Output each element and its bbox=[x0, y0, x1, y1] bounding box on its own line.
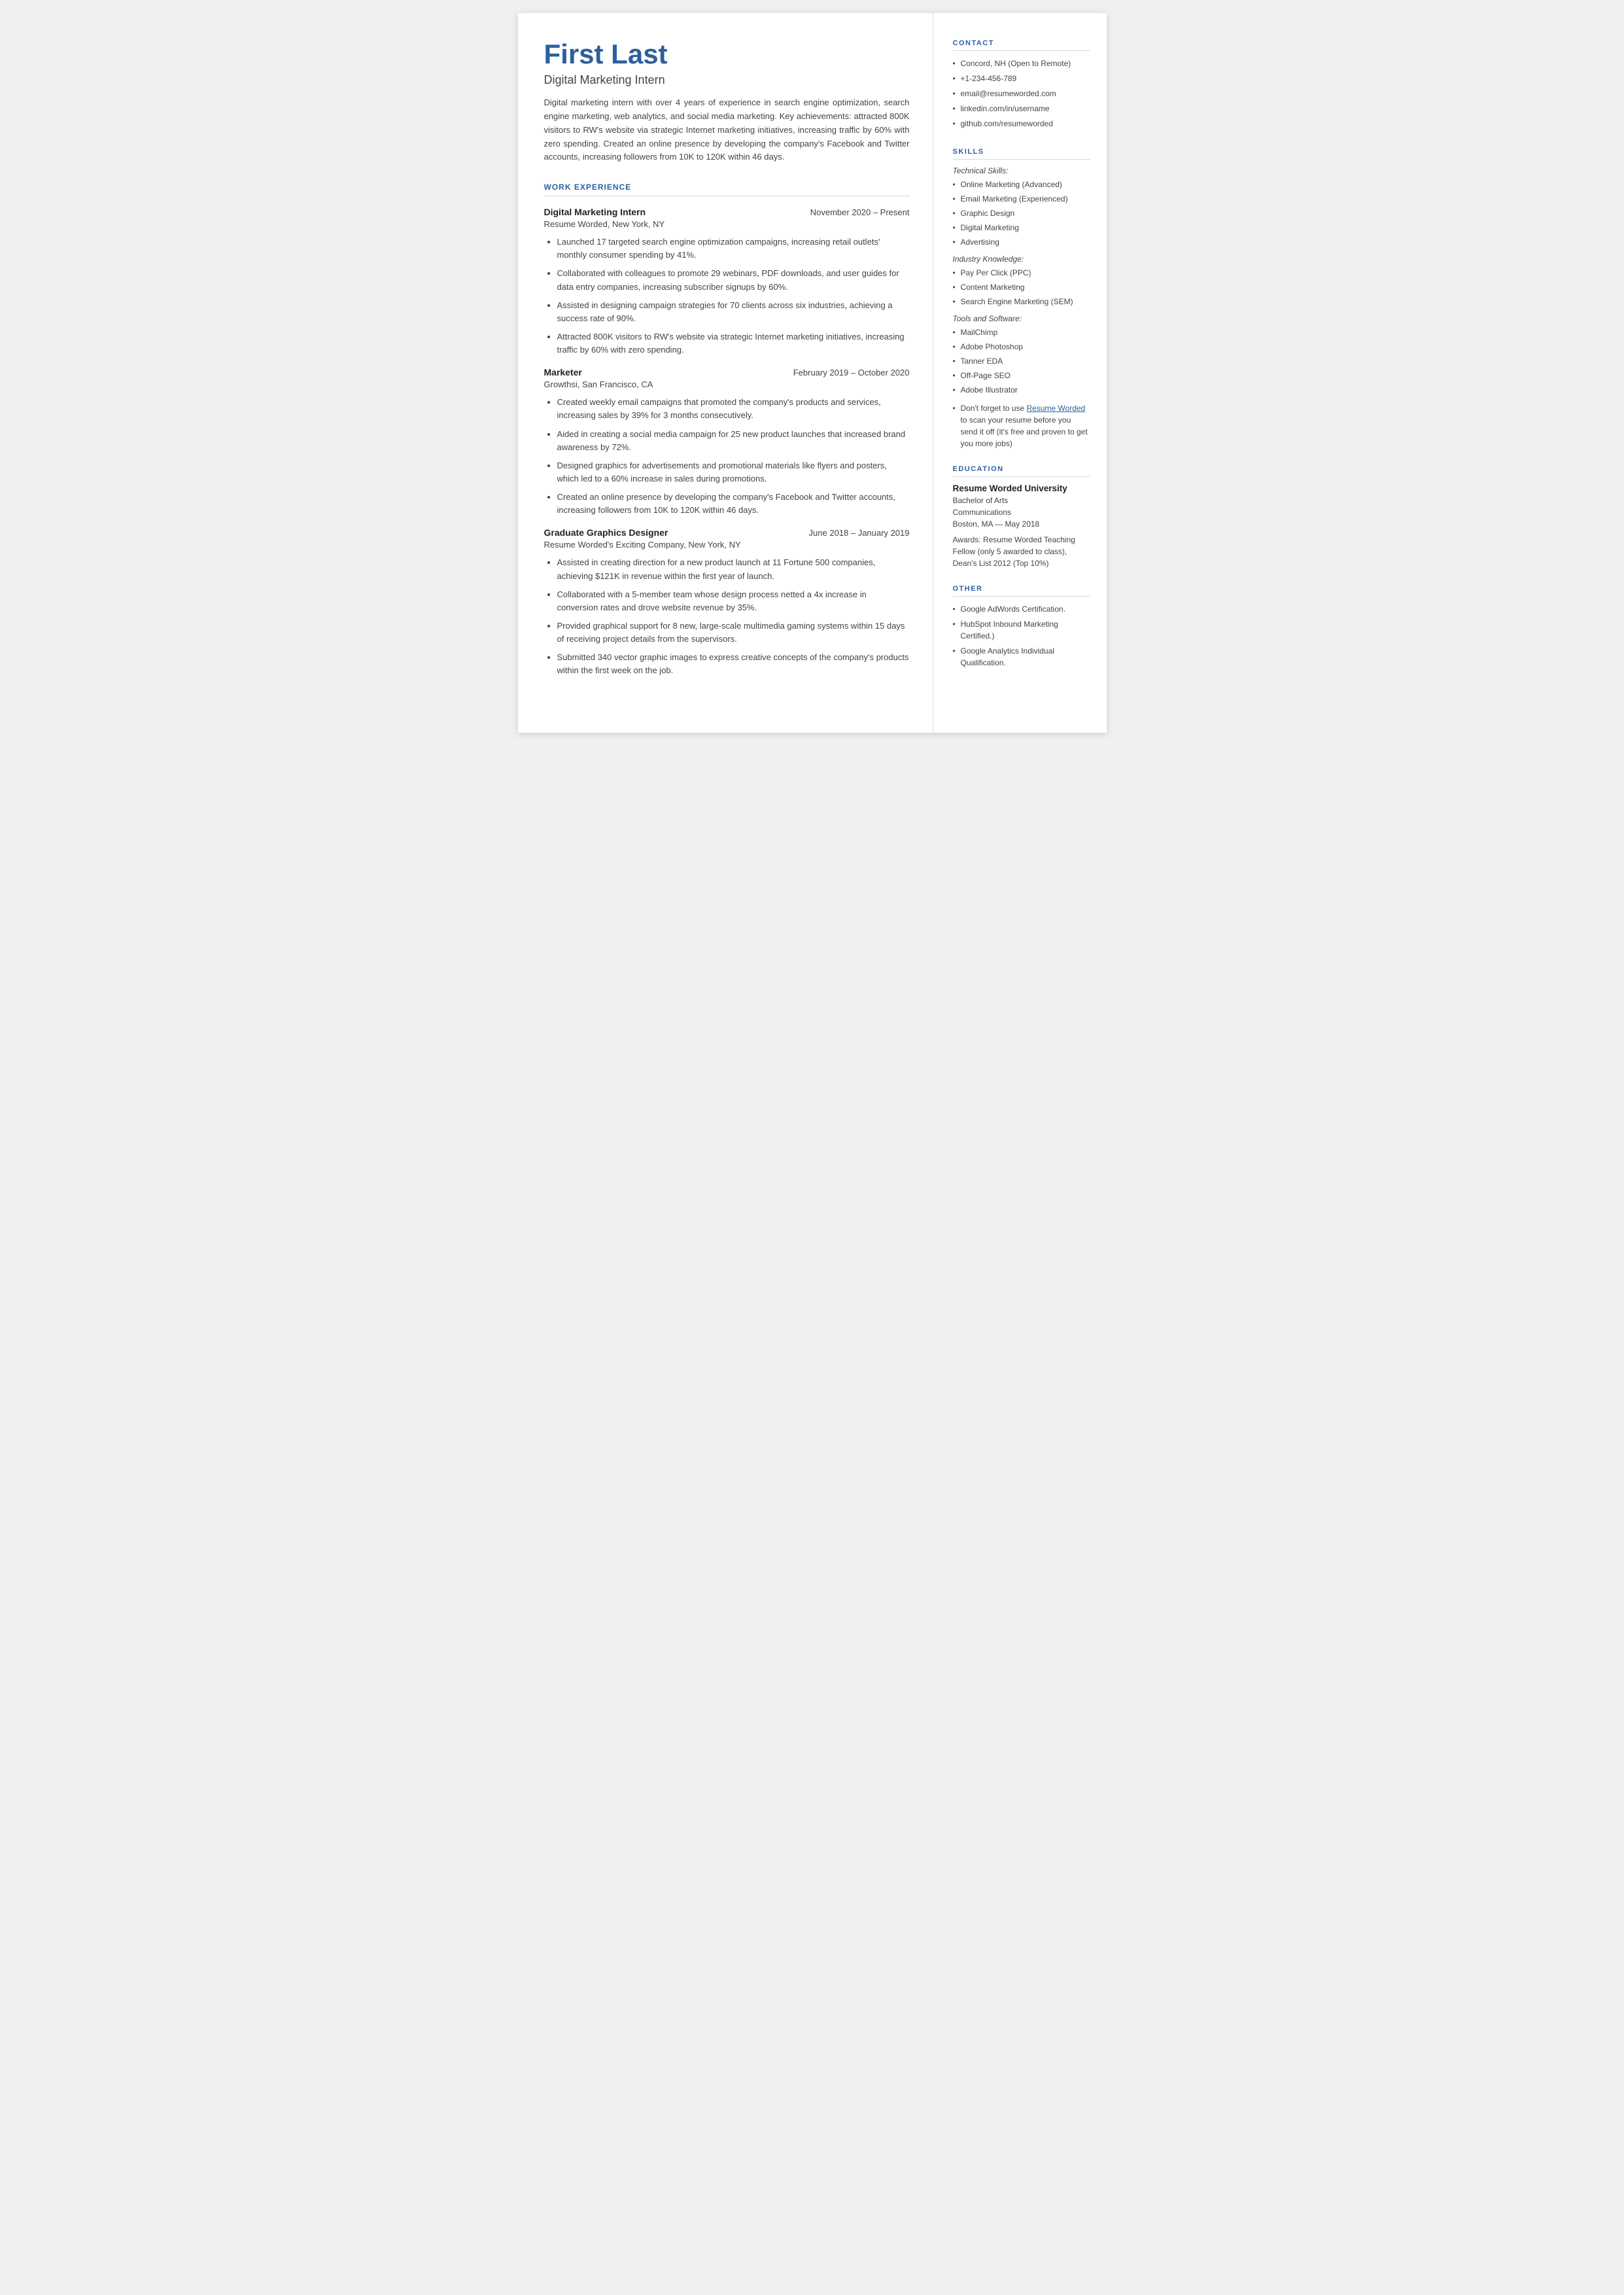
job-2-bullet-3: Designed graphics for advertisements and… bbox=[557, 459, 910, 485]
other-section-title: OTHER bbox=[953, 585, 1090, 597]
work-experience-section-title: WORK EXPERIENCE bbox=[544, 183, 910, 196]
job-1-bullet-4: Attracted 800K visitors to RW's website … bbox=[557, 330, 910, 357]
job-3-bullet-4: Submitted 340 vector graphic images to e… bbox=[557, 651, 910, 677]
skill-12: Off-Page SEO bbox=[953, 370, 1090, 381]
skill-1: Online Marketing (Advanced) bbox=[953, 179, 1090, 190]
edu-school: Resume Worded University bbox=[953, 483, 1090, 493]
job-2-bullet-2: Aided in creating a social media campaig… bbox=[557, 428, 910, 454]
industry-skills-list: Pay Per Click (PPC) Content Marketing Se… bbox=[953, 267, 1090, 307]
edu-location-date: Boston, MA — May 2018 bbox=[953, 518, 1090, 530]
job-2-title: Marketer bbox=[544, 367, 582, 377]
job-1-bullet-1: Launched 17 targeted search engine optim… bbox=[557, 236, 910, 262]
skills-category-3: Tools and Software: bbox=[953, 314, 1090, 323]
job-2-bullets: Created weekly email campaigns that prom… bbox=[544, 396, 910, 517]
job-1-header: Digital Marketing Intern November 2020 –… bbox=[544, 207, 910, 217]
skill-9: MailChimp bbox=[953, 326, 1090, 338]
skill-2: Email Marketing (Experienced) bbox=[953, 193, 1090, 205]
skill-13: Adobe Illustrator bbox=[953, 384, 1090, 396]
skill-6: Pay Per Click (PPC) bbox=[953, 267, 1090, 279]
job-1-bullet-3: Assisted in designing campaign strategie… bbox=[557, 299, 910, 325]
job-3: Graduate Graphics Designer June 2018 – J… bbox=[544, 527, 910, 677]
skills-category-1: Technical Skills: bbox=[953, 166, 1090, 175]
tools-skills-list: MailChimp Adobe Photoshop Tanner EDA Off… bbox=[953, 326, 1090, 396]
skill-3: Graphic Design bbox=[953, 207, 1090, 219]
education-section: EDUCATION Resume Worded University Bache… bbox=[953, 465, 1090, 569]
job-2-bullet-1: Created weekly email campaigns that prom… bbox=[557, 396, 910, 422]
technical-skills-list: Online Marketing (Advanced) Email Market… bbox=[953, 179, 1090, 248]
contact-phone: +1-234-456-789 bbox=[953, 73, 1090, 84]
contact-github: github.com/resumeworded bbox=[953, 118, 1090, 130]
contact-linkedin: linkedin.com/in/username bbox=[953, 103, 1090, 114]
job-3-company: Resume Worded's Exciting Company, New Yo… bbox=[544, 540, 910, 550]
job-1: Digital Marketing Intern November 2020 –… bbox=[544, 207, 910, 357]
job-3-bullet-2: Collaborated with a 5-member team whose … bbox=[557, 588, 910, 614]
right-column: CONTACT Concord, NH (Open to Remote) +1-… bbox=[933, 13, 1107, 733]
job-2: Marketer February 2019 – October 2020 Gr… bbox=[544, 367, 910, 517]
resume-worded-link[interactable]: Resume Worded bbox=[1027, 404, 1086, 413]
job-2-header: Marketer February 2019 – October 2020 bbox=[544, 367, 910, 377]
job-3-bullet-3: Provided graphical support for 8 new, la… bbox=[557, 620, 910, 646]
job-1-title: Digital Marketing Intern bbox=[544, 207, 646, 217]
other-section: OTHER Google AdWords Certification. HubS… bbox=[953, 585, 1090, 669]
skill-7: Content Marketing bbox=[953, 281, 1090, 293]
education-section-title: EDUCATION bbox=[953, 465, 1090, 477]
job-1-bullet-2: Collaborated with colleagues to promote … bbox=[557, 267, 910, 293]
edu-field: Communications bbox=[953, 506, 1090, 518]
job-3-header: Graduate Graphics Designer June 2018 – J… bbox=[544, 527, 910, 538]
job-2-dates: February 2019 – October 2020 bbox=[793, 368, 910, 377]
job-1-company: Resume Worded, New York, NY bbox=[544, 219, 910, 229]
job-2-bullet-4: Created an online presence by developing… bbox=[557, 491, 910, 517]
resume-worded-promo: Don't forget to use Resume Worded to sca… bbox=[953, 402, 1090, 449]
other-list: Google AdWords Certification. HubSpot In… bbox=[953, 603, 1090, 669]
candidate-title: Digital Marketing Intern bbox=[544, 73, 910, 87]
job-2-company: Growthsi, San Francisco, CA bbox=[544, 379, 910, 389]
edu-awards: Awards: Resume Worded Teaching Fellow (o… bbox=[953, 534, 1090, 569]
skill-11: Tanner EDA bbox=[953, 355, 1090, 367]
edu-degree: Bachelor of Arts bbox=[953, 495, 1090, 506]
contact-location: Concord, NH (Open to Remote) bbox=[953, 58, 1090, 69]
skills-section-title: SKILLS bbox=[953, 148, 1090, 160]
left-column: First Last Digital Marketing Intern Digi… bbox=[518, 13, 933, 733]
job-3-bullets: Assisted in creating direction for a new… bbox=[544, 556, 910, 677]
skill-4: Digital Marketing bbox=[953, 222, 1090, 234]
job-1-bullets: Launched 17 targeted search engine optim… bbox=[544, 236, 910, 357]
other-item-1: Google AdWords Certification. bbox=[953, 603, 1090, 615]
contact-email: email@resumeworded.com bbox=[953, 88, 1090, 99]
other-item-3: Google Analytics Individual Qualificatio… bbox=[953, 645, 1090, 669]
summary-text: Digital marketing intern with over 4 yea… bbox=[544, 96, 910, 164]
other-item-2: HubSpot Inbound Marketing Certified.) bbox=[953, 618, 1090, 642]
job-3-bullet-1: Assisted in creating direction for a new… bbox=[557, 556, 910, 582]
skills-section: SKILLS Technical Skills: Online Marketin… bbox=[953, 148, 1090, 449]
candidate-name: First Last bbox=[544, 39, 910, 69]
job-1-dates: November 2020 – Present bbox=[810, 207, 910, 217]
job-3-dates: June 2018 – January 2019 bbox=[809, 528, 910, 538]
contact-section: CONTACT Concord, NH (Open to Remote) +1-… bbox=[953, 39, 1090, 130]
skill-5: Advertising bbox=[953, 236, 1090, 248]
resume-page: First Last Digital Marketing Intern Digi… bbox=[518, 13, 1107, 733]
skill-10: Adobe Photoshop bbox=[953, 341, 1090, 353]
skills-category-2: Industry Knowledge: bbox=[953, 254, 1090, 264]
job-3-title: Graduate Graphics Designer bbox=[544, 527, 668, 538]
contact-list: Concord, NH (Open to Remote) +1-234-456-… bbox=[953, 58, 1090, 130]
contact-section-title: CONTACT bbox=[953, 39, 1090, 51]
skill-8: Search Engine Marketing (SEM) bbox=[953, 296, 1090, 307]
